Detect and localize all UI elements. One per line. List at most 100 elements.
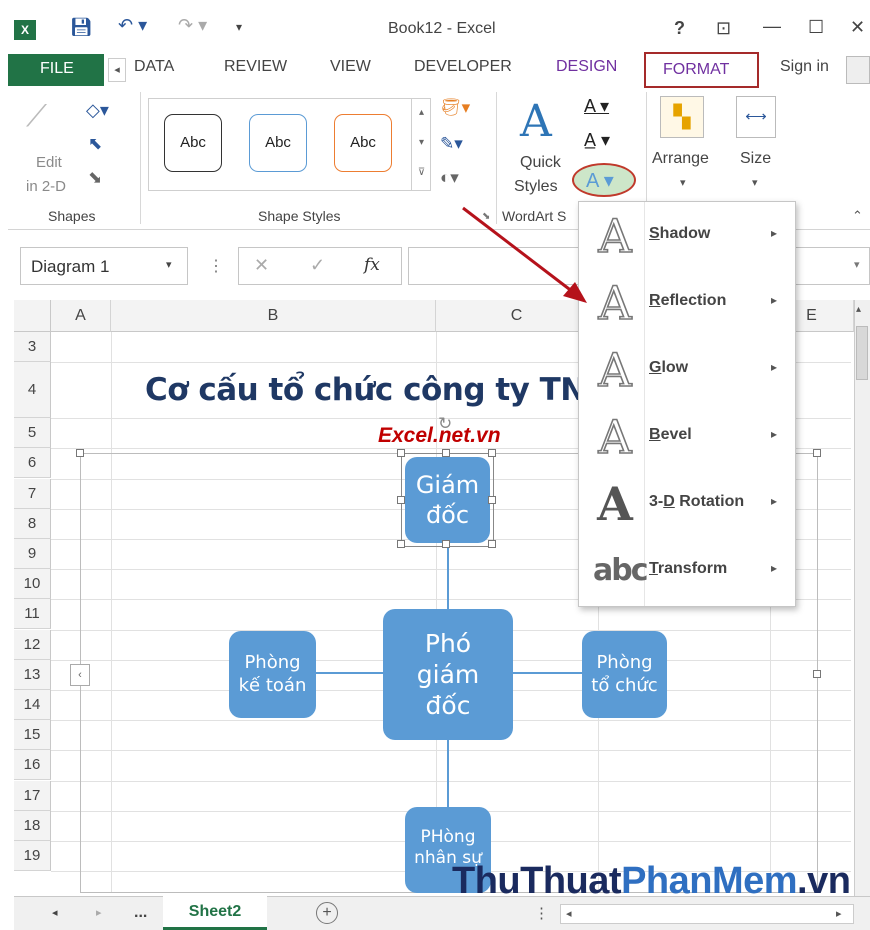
undo-icon[interactable]: ↶ ▾ — [118, 15, 147, 36]
tab-review[interactable]: REVIEW — [224, 58, 287, 76]
menu-item-3-d-rotation[interactable]: A 3-D Rotation ▸ — [579, 470, 795, 537]
node-handle[interactable] — [397, 540, 405, 548]
frame-handle[interactable] — [813, 670, 821, 678]
next-sheet-icon[interactable]: ▸ — [96, 906, 102, 919]
shape-style-3[interactable]: Abc — [334, 114, 392, 172]
org-node-center[interactable]: Phó giám đốc — [383, 609, 513, 740]
customize-qat-icon[interactable]: ▾ — [236, 20, 242, 34]
org-node-left[interactable]: Phòng kế toán — [229, 631, 316, 718]
row-header[interactable]: 3 — [14, 332, 51, 362]
text-effects-icon[interactable]: A ▾ — [586, 168, 614, 193]
text-pane-toggle-icon[interactable]: ‹ — [70, 664, 90, 686]
larger-icon[interactable]: ⬉ — [88, 134, 102, 154]
ribbon-display-icon[interactable]: ⊡ — [716, 18, 731, 39]
text-fill-icon[interactable]: A ▾ — [584, 96, 609, 117]
node-handle[interactable] — [397, 449, 405, 457]
scroll-up-icon[interactable]: ▴ — [856, 304, 861, 315]
confirm-entry-icon[interactable]: ✓ — [310, 255, 325, 276]
account-icon[interactable] — [846, 56, 870, 84]
minimize-icon[interactable]: — — [763, 16, 781, 37]
hscroll-left-icon[interactable]: ◂ — [566, 907, 572, 920]
gallery-scroll[interactable]: ▴ ▾ ⊽ — [411, 98, 431, 191]
cancel-entry-icon[interactable]: ✕ — [254, 255, 269, 276]
row-header[interactable]: 6 — [14, 448, 51, 478]
text-outline-icon[interactable]: A̲ ▾ — [584, 130, 610, 151]
prev-sheet-icon[interactable]: ◂ — [52, 906, 58, 919]
row-header[interactable]: 15 — [14, 720, 51, 750]
node-handle[interactable] — [488, 449, 496, 457]
row-header[interactable]: 12 — [14, 630, 51, 660]
help-icon[interactable]: ? — [674, 18, 685, 39]
new-sheet-icon[interactable]: + — [316, 902, 338, 924]
menu-item-bevel[interactable]: A Bevel ▸ — [579, 403, 795, 470]
quick-styles-label[interactable]: Quick — [520, 154, 561, 172]
expand-formula-icon[interactable]: ▾ — [854, 258, 860, 271]
insert-function-icon[interactable]: fx — [364, 255, 380, 275]
select-all-corner[interactable] — [14, 300, 51, 332]
save-icon[interactable]: 💾︎ — [70, 17, 93, 38]
column-header-b[interactable]: B — [111, 300, 436, 332]
menu-item-shadow[interactable]: A Shadow ▸ — [579, 202, 795, 269]
row-header[interactable]: 13 — [14, 660, 51, 690]
change-shape-icon[interactable]: ◇▾ — [86, 100, 109, 121]
styles-label[interactable]: Styles — [514, 178, 558, 196]
close-icon[interactable]: ✕ — [850, 17, 865, 38]
shape-style-1[interactable]: Abc — [164, 114, 222, 172]
shape-fill-icon[interactable]: 🪣︎▾ — [440, 98, 470, 118]
row-header[interactable]: 8 — [14, 509, 51, 539]
shape-style-2[interactable]: Abc — [249, 114, 307, 172]
frame-handle[interactable] — [76, 449, 84, 457]
tab-view[interactable]: VIEW — [330, 58, 371, 76]
rotate-handle-icon[interactable]: ↻ — [438, 414, 452, 434]
frame-handle[interactable] — [813, 449, 821, 457]
row-header[interactable]: 5 — [14, 418, 51, 448]
menu-item-reflection[interactable]: A Reflection ▸ — [579, 269, 795, 336]
scroll-thumb[interactable] — [856, 326, 868, 380]
size-label[interactable]: Size — [740, 150, 771, 168]
name-box-dropdown-icon[interactable]: ▾ — [166, 258, 172, 271]
more-sheets-button[interactable]: ... — [134, 904, 147, 922]
smaller-icon[interactable]: ⬊ — [88, 168, 102, 188]
redo-icon[interactable]: ↷ ▾ — [178, 15, 207, 36]
node-handle[interactable] — [488, 496, 496, 504]
tab-developer[interactable]: DEVELOPER — [414, 58, 512, 76]
tab-scroll-left-icon[interactable]: ◂ — [108, 58, 126, 82]
size-dropdown-icon[interactable]: ▾ — [752, 176, 758, 189]
menu-item-glow[interactable]: A Glow ▸ — [579, 336, 795, 403]
sheet-title[interactable]: Cơ cấu tổ chức công ty TN — [145, 372, 586, 408]
size-icon[interactable]: ⟷ — [736, 96, 776, 138]
row-header[interactable]: 14 — [14, 690, 51, 720]
name-box[interactable]: Diagram 1 — [20, 247, 188, 285]
arrange-dropdown-icon[interactable]: ▾ — [680, 176, 686, 189]
node-handle[interactable] — [442, 449, 450, 457]
node-handle[interactable] — [488, 540, 496, 548]
tab-sheet2[interactable]: Sheet2 — [163, 896, 267, 930]
row-header[interactable]: 18 — [14, 811, 51, 841]
row-header[interactable]: 17 — [14, 781, 51, 811]
tab-data[interactable]: DATA — [134, 58, 174, 76]
row-header[interactable]: 9 — [14, 539, 51, 569]
row-header[interactable]: 16 — [14, 750, 51, 780]
arrange-icon[interactable]: ▚ — [660, 96, 704, 138]
horizontal-scrollbar[interactable] — [560, 904, 854, 924]
row-header[interactable]: 11 — [14, 599, 51, 629]
quick-styles-icon[interactable]: A — [520, 96, 552, 147]
row-header[interactable]: 7 — [14, 479, 51, 509]
tab-file[interactable]: FILE — [8, 54, 104, 86]
org-node-right[interactable]: Phòng tổ chức — [582, 631, 667, 718]
tab-format[interactable]: FORMAT — [644, 52, 759, 88]
shape-effects-icon[interactable]: ◐▾ — [440, 168, 459, 188]
hscroll-right-icon[interactable]: ▸ — [836, 907, 842, 920]
menu-item-transform[interactable]: abc Transform ▸ — [579, 537, 795, 604]
collapse-ribbon-icon[interactable]: ⌃ — [852, 208, 863, 224]
row-header[interactable]: 19 — [14, 841, 51, 871]
row-header[interactable]: 10 — [14, 569, 51, 599]
node-handle[interactable] — [397, 496, 405, 504]
maximize-icon[interactable]: ☐ — [808, 17, 824, 38]
shape-outline-icon[interactable]: ✎▾ — [440, 134, 463, 154]
sign-in-link[interactable]: Sign in — [780, 58, 829, 76]
vertical-scrollbar[interactable] — [854, 300, 870, 896]
tab-splitter-icon[interactable]: ⋮ — [534, 904, 549, 922]
column-header-a[interactable]: A — [51, 300, 111, 332]
node-handle[interactable] — [442, 540, 450, 548]
